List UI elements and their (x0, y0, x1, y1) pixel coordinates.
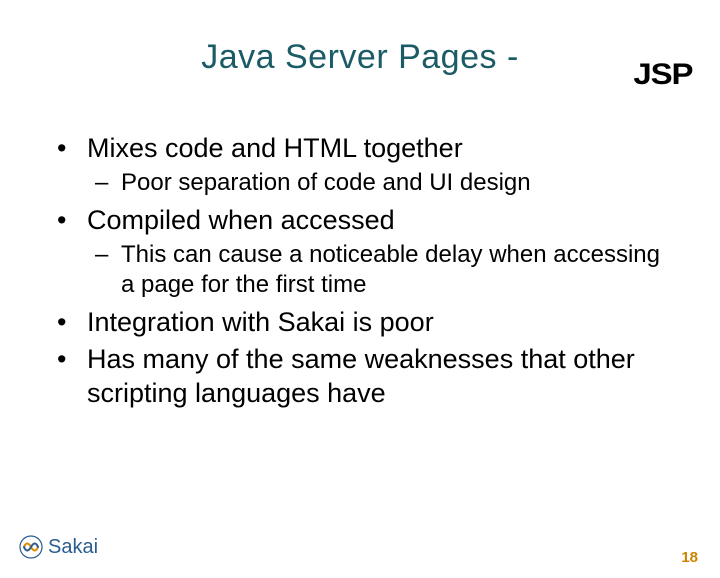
slide-title: Java Server Pages - (0, 38, 720, 77)
sakai-logo: Sakai (18, 534, 98, 560)
sub-bullet-list: This can cause a noticeable delay when a… (87, 240, 665, 300)
sub-bullet-text: Poor separation of code and UI design (121, 169, 531, 196)
sub-bullet-text: This can cause a noticeable delay when a… (121, 241, 660, 298)
sub-bullet-item: Poor separation of code and UI design (95, 168, 665, 198)
sakai-logo-text: Sakai (48, 536, 98, 559)
sub-bullet-list: Poor separation of code and UI design (87, 168, 665, 198)
bullet-text: Integration with Sakai is poor (87, 307, 434, 337)
jsp-logo: JSP (634, 58, 693, 92)
sub-bullet-item: This can cause a noticeable delay when a… (95, 240, 665, 300)
bullet-item: Has many of the same weaknesses that oth… (55, 343, 665, 411)
sakai-icon (18, 534, 44, 560)
slide-content: Mixes code and HTML together Poor separa… (0, 132, 720, 411)
page-number: 18 (681, 549, 698, 566)
slide: JSP Java Server Pages - Mixes code and H… (0, 38, 720, 578)
bullet-text: Mixes code and HTML together (87, 133, 463, 163)
bullet-list: Mixes code and HTML together Poor separa… (55, 132, 665, 411)
bullet-item: Compiled when accessed This can cause a … (55, 204, 665, 300)
bullet-item: Mixes code and HTML together Poor separa… (55, 132, 665, 198)
bullet-text: Compiled when accessed (87, 205, 395, 235)
bullet-text: Has many of the same weaknesses that oth… (87, 344, 635, 408)
bullet-item: Integration with Sakai is poor (55, 306, 665, 340)
